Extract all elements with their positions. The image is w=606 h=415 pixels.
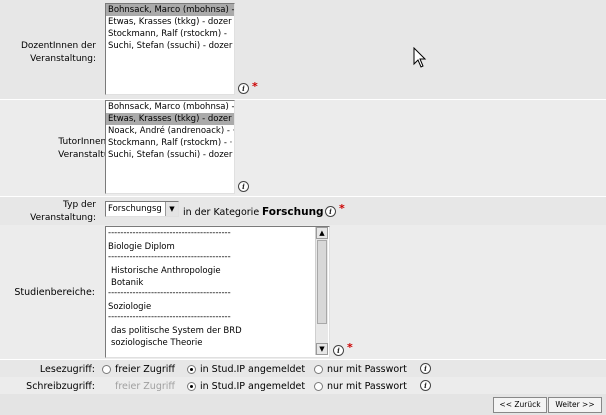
type-label: Typ der Veranstaltung: bbox=[30, 199, 96, 225]
study-separator: ---------------------------------------- bbox=[108, 289, 231, 298]
read-free-label: freier Zugriff bbox=[115, 364, 175, 375]
type-select[interactable]: Forschungsg ▼ bbox=[105, 201, 179, 217]
info-icon[interactable]: i bbox=[420, 380, 431, 391]
info-icon[interactable]: i bbox=[420, 363, 431, 374]
studies-listbox[interactable]: ----------------------------------------… bbox=[105, 226, 330, 358]
next-button[interactable]: Weiter >> bbox=[548, 397, 602, 413]
read-free-radio[interactable] bbox=[102, 365, 111, 374]
write-password-radio[interactable] bbox=[314, 382, 323, 391]
required-star-icon: * bbox=[339, 202, 345, 215]
tutor-option[interactable]: Noack, André (andrenoack) - · bbox=[106, 125, 234, 137]
info-icon[interactable]: i bbox=[325, 206, 336, 217]
category-value: Forschung bbox=[262, 206, 324, 218]
study-option[interactable]: Botanik bbox=[106, 277, 314, 289]
category-prefix: in der Kategorie bbox=[183, 207, 260, 218]
tutors-listbox[interactable]: Bohnsack, Marco (mbohnsa) - Etwas, Krass… bbox=[105, 100, 235, 194]
write-free-label: freier Zugriff bbox=[115, 381, 175, 392]
type-label-line2: Veranstaltung: bbox=[30, 213, 96, 223]
lecturers-label: DozentInnen der Veranstaltung: bbox=[21, 40, 96, 66]
write-logged-in-label: in Stud.IP angemeldet bbox=[200, 381, 306, 392]
tutor-option[interactable]: Bohnsack, Marco (mbohnsa) - bbox=[106, 101, 234, 113]
study-separator: ---------------------------------------- bbox=[108, 313, 231, 322]
study-separator: ---------------------------------------- bbox=[108, 253, 231, 262]
lecturers-listbox[interactable]: Bohnsack, Marco (mbohnsa) - Etwas, Krass… bbox=[105, 3, 235, 95]
scroll-up-icon[interactable]: ▲ bbox=[316, 227, 328, 239]
info-icon[interactable]: i bbox=[238, 83, 249, 94]
info-icon[interactable]: i bbox=[238, 181, 249, 192]
read-password-label: nur mit Passwort bbox=[327, 364, 407, 375]
back-button[interactable]: << Zurück bbox=[493, 397, 547, 413]
studies-label: Studienbereiche: bbox=[14, 287, 95, 298]
tutor-option[interactable]: Suchi, Stefan (ssuchi) - dozer bbox=[106, 149, 234, 161]
read-access-label: Lesezugriff: bbox=[39, 364, 95, 375]
write-password-label: nur mit Passwort bbox=[327, 381, 407, 392]
tutor-option[interactable]: Etwas, Krasses (tkkg) - dozer bbox=[106, 113, 234, 125]
read-logged-in-label: in Stud.IP angemeldet bbox=[200, 364, 306, 375]
study-option[interactable]: Historische Anthropologie bbox=[106, 265, 314, 277]
chevron-down-icon[interactable]: ▼ bbox=[165, 202, 178, 216]
read-logged-in-radio[interactable] bbox=[187, 365, 196, 374]
type-label-line1: Typ der bbox=[63, 200, 96, 210]
required-star-icon: * bbox=[347, 341, 353, 354]
scrollbar-thumb[interactable] bbox=[317, 240, 327, 324]
write-logged-in-radio[interactable] bbox=[187, 382, 196, 391]
study-option[interactable]: soziologische Theorie bbox=[106, 337, 314, 349]
study-option[interactable]: das politische System der BRD bbox=[106, 325, 314, 337]
study-separator: ---------------------------------------- bbox=[108, 229, 231, 238]
lecturers-label-line1: DozentInnen der bbox=[20, 41, 96, 51]
lecturers-label-line2: Veranstaltung: bbox=[30, 54, 96, 64]
lecturer-option[interactable]: Stockmann, Ralf (rstockm) - bbox=[106, 28, 234, 40]
required-star-icon: * bbox=[252, 80, 258, 93]
read-password-radio[interactable] bbox=[314, 365, 323, 374]
lecturer-option[interactable]: Etwas, Krasses (tkkg) - dozer bbox=[106, 16, 234, 28]
lecturer-option[interactable]: Bohnsack, Marco (mbohnsa) - bbox=[106, 4, 234, 16]
scroll-down-icon[interactable]: ▼ bbox=[316, 343, 328, 355]
study-option[interactable]: Soziologie bbox=[106, 301, 314, 313]
info-icon[interactable]: i bbox=[333, 345, 344, 356]
type-select-value: Forschungsg bbox=[108, 204, 162, 214]
mouse-pointer-icon bbox=[413, 47, 427, 68]
study-option[interactable]: Biologie Diplom bbox=[106, 241, 314, 253]
lecturer-option[interactable]: Suchi, Stefan (ssuchi) - dozer bbox=[106, 40, 234, 52]
write-access-label: Schreibzugriff: bbox=[26, 381, 95, 392]
studies-scrollbar[interactable]: ▲ ▼ bbox=[315, 227, 328, 355]
tutor-option[interactable]: Stockmann, Ralf (rstockm) - · bbox=[106, 137, 234, 149]
